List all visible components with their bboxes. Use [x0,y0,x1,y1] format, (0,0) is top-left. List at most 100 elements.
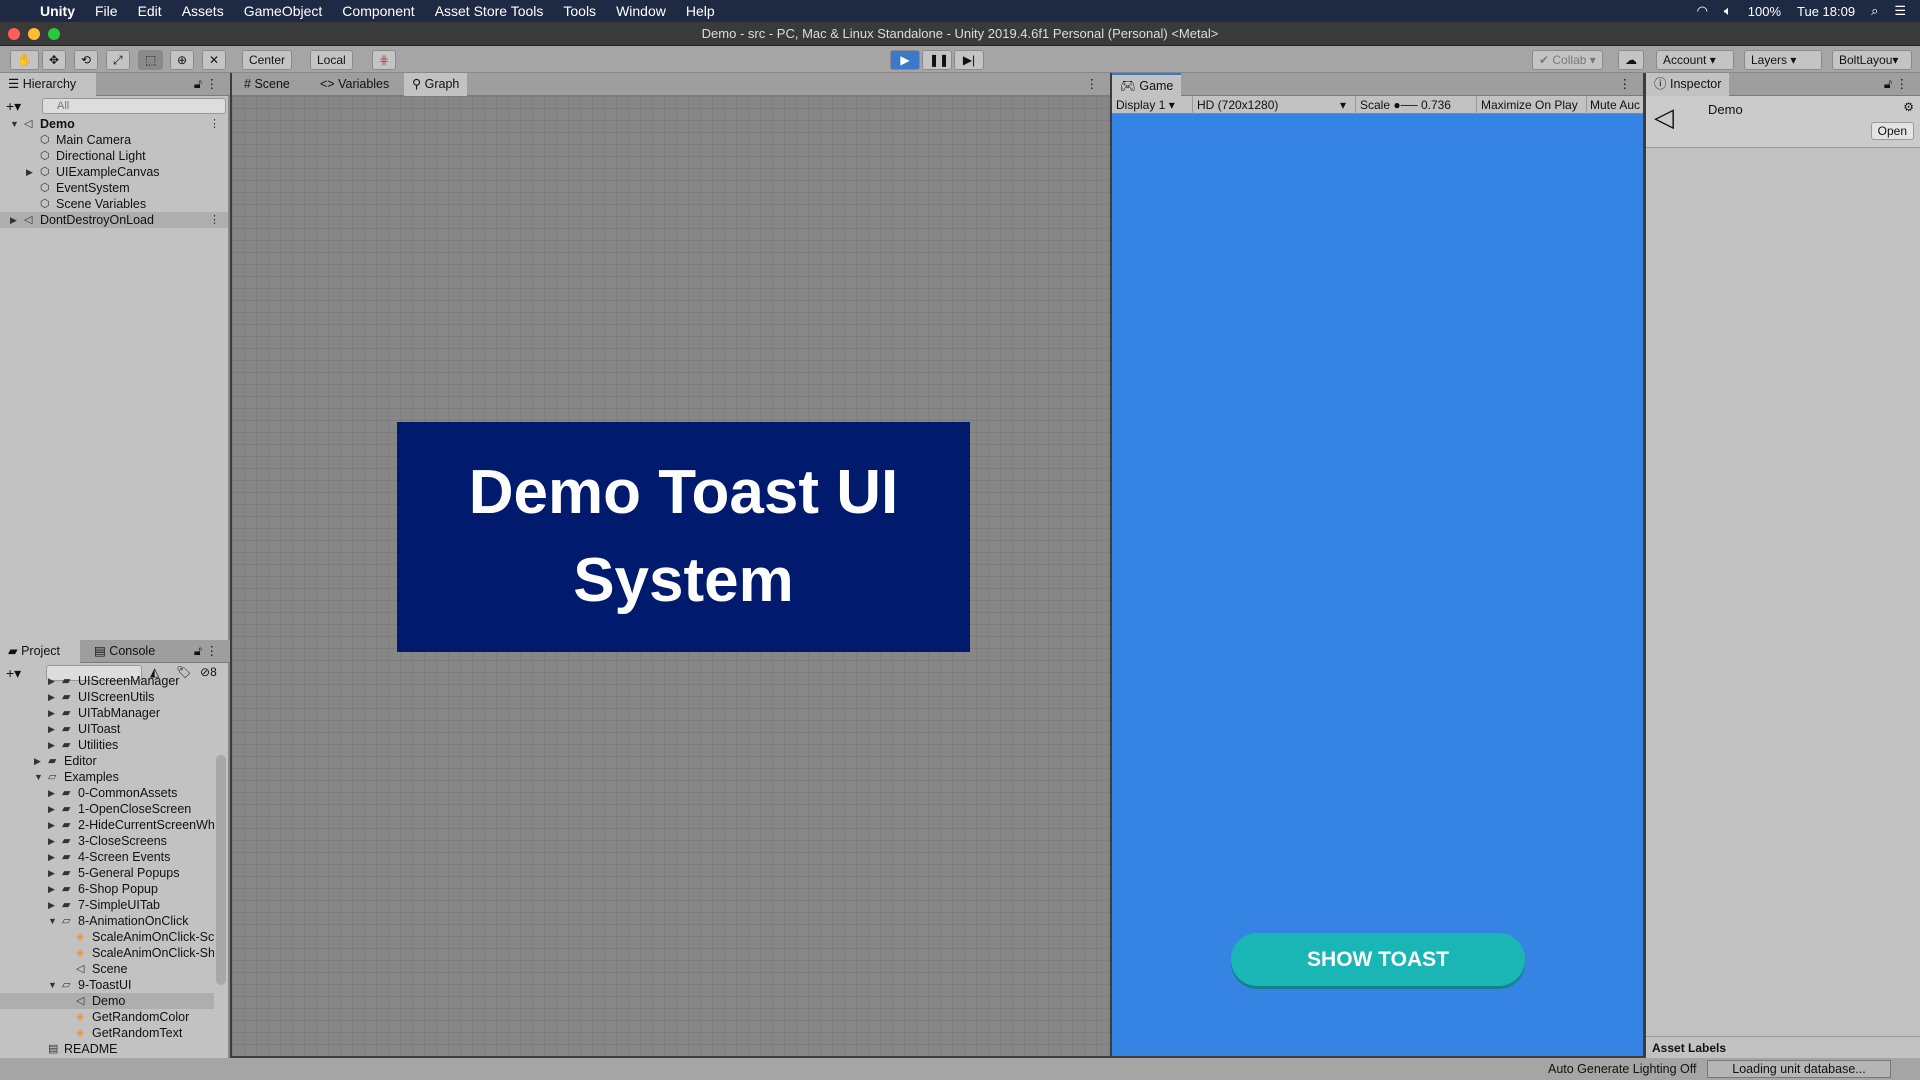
menu-tools[interactable]: Tools [563,3,596,19]
hierarchy-item[interactable]: ▼ ◁ Demo ⋮ [0,116,228,132]
collapsed-arrow-icon[interactable]: ▶ [48,721,55,737]
move-tool-icon[interactable]: ✥ [42,50,67,70]
clock[interactable]: Tue 18:09 [1797,4,1855,19]
scale-tool-icon[interactable]: ⤢ [106,50,130,70]
layout-dropdown[interactable]: BoltLayou▾ [1832,50,1912,70]
collapsed-arrow-icon[interactable]: ▶ [26,164,33,180]
expanded-arrow-icon[interactable]: ▼ [34,769,43,785]
project-item[interactable]: ▶ ▰ 4-Screen Events [0,849,214,865]
notification-center-icon[interactable]: ☰ [1894,3,1906,19]
project-item[interactable]: ▶ ▰ UIToast [0,721,214,737]
hierarchy-search-input[interactable] [42,98,226,114]
collapsed-arrow-icon[interactable]: ▶ [48,849,55,865]
collapsed-arrow-icon[interactable]: ▶ [48,801,55,817]
collapsed-arrow-icon[interactable]: ▶ [48,833,55,849]
lighting-status[interactable]: Auto Generate Lighting Off [1548,1058,1696,1080]
menu-component[interactable]: Component [342,3,414,19]
transform-tool-icon[interactable]: ⊕ [170,50,195,70]
project-item[interactable]: ▶ ▰ UIScreenManager [0,673,214,689]
project-item[interactable]: ▶ ▰ UITabManager [0,705,214,721]
menu-edit[interactable]: Edit [138,3,162,19]
pivot-local-button[interactable]: Local [310,50,353,70]
collapsed-arrow-icon[interactable]: ▶ [10,212,17,228]
search-icon[interactable]: ⌕ [1871,3,1878,19]
collapsed-arrow-icon[interactable]: ▶ [48,673,55,689]
menu-gameobject[interactable]: GameObject [244,3,323,19]
more-icon[interactable]: ⋮ [1611,73,1640,96]
battery-percent[interactable]: 100% [1748,4,1781,19]
lock-icon[interactable]: 🔓︎ ⋮ [1876,73,1916,96]
menu-file[interactable]: File [95,3,118,19]
lock-icon[interactable]: 🔓︎ ⋮ [186,640,226,663]
menu-asset-store-tools[interactable]: Asset Store Tools [435,3,544,19]
hierarchy-item[interactable]: ⬡ EventSystem [0,180,228,196]
close-window-button[interactable] [8,28,20,40]
resolution-dropdown[interactable]: HD (720x1280) ▾ [1192,96,1352,114]
project-item[interactable]: ▶ ▰ 3-CloseScreens [0,833,214,849]
settings-icon[interactable]: ⚙ [1903,100,1914,114]
hierarchy-item[interactable]: ⬡ Directional Light [0,148,228,164]
lock-icon[interactable]: 🔓︎ ⋮ [186,73,226,96]
more-icon[interactable]: ⋮ [209,116,220,132]
collab-button[interactable]: ✔ Collab ▾ [1532,50,1603,70]
tab-inspector[interactable]: ⓘ Inspector [1646,73,1730,96]
project-item[interactable]: ▶ ▰ 6-Shop Popup [0,881,214,897]
project-item[interactable]: ▶ ▰ Utilities [0,737,214,753]
project-scrollbar[interactable] [216,685,226,1045]
custom-tool-icon[interactable]: ✕ [202,50,227,70]
volume-icon[interactable]: 🔈︎ [1724,3,1732,19]
project-item[interactable]: ▶ ▰ 0-CommonAssets [0,785,214,801]
tab-variables[interactable]: <> Variables [312,73,397,96]
rotate-tool-icon[interactable]: ⟲ [74,50,99,70]
create-button[interactable]: +▾ [6,98,21,115]
menu-assets[interactable]: Assets [182,3,224,19]
menu-window[interactable]: Window [616,3,666,19]
project-item[interactable]: ▼ ▱ 8-AnimationOnClick [0,913,214,929]
project-item[interactable]: ▶ ▰ 7-SimpleUITab [0,897,214,913]
collapsed-arrow-icon[interactable]: ▶ [48,737,55,753]
step-button[interactable]: ▶| [954,50,984,70]
show-toast-button[interactable]: SHOW TOAST [1231,933,1525,986]
mute-audio-toggle[interactable]: Mute Auc [1586,96,1640,114]
project-item[interactable]: ▶ ▰ UIScreenUtils [0,689,214,705]
tab-game[interactable]: 🎮︎ Game [1112,73,1182,96]
tab-graph[interactable]: ⚲ Graph [404,73,468,96]
open-button[interactable]: Open [1870,122,1914,140]
menu-help[interactable]: Help [686,3,715,19]
play-button[interactable]: ▶ [890,50,920,70]
snap-icon[interactable]: ⋕ [372,50,397,70]
project-item[interactable]: ◁ Scene [0,961,214,977]
scrollbar-thumb[interactable] [216,755,226,985]
collapsed-arrow-icon[interactable]: ▶ [48,689,55,705]
project-item[interactable]: ◈ GetRandomColor [0,1009,214,1025]
rect-tool-icon[interactable]: ⬚ [138,50,164,70]
maximize-on-play-toggle[interactable]: Maximize On Play [1476,96,1578,114]
display-dropdown[interactable]: Display 1 ▾ [1116,96,1175,114]
project-item[interactable]: ◈ ScaleAnimOnClick-Sc [0,929,214,945]
expanded-arrow-icon[interactable]: ▼ [48,977,57,993]
project-item[interactable]: ▤ README [0,1041,214,1057]
more-icon[interactable]: ⋮ [1078,73,1107,96]
scale-slider[interactable]: Scale ●── 0.736 [1355,96,1451,114]
project-item[interactable]: ◁ Demo [0,993,214,1009]
menu-app[interactable]: Unity [40,3,75,19]
wifi-icon[interactable]: ◠ [1697,3,1708,19]
pause-button[interactable]: ❚❚ [922,50,952,70]
hierarchy-item[interactable]: ▶ ⬡ UIExampleCanvas [0,164,228,180]
hand-tool-icon[interactable]: ✋ [10,50,39,70]
collapsed-arrow-icon[interactable]: ▶ [48,785,55,801]
project-item[interactable]: ▶ ▰ Editor [0,753,214,769]
tab-console[interactable]: ▤ Console [86,640,163,663]
project-item[interactable]: ▶ ▰ 1-OpenCloseScreen [0,801,214,817]
collapsed-arrow-icon[interactable]: ▶ [48,881,55,897]
project-item[interactable]: ▼ ▱ 9-ToastUI [0,977,214,993]
collapsed-arrow-icon[interactable]: ▶ [48,705,55,721]
tab-hierarchy[interactable]: ☰ Hierarchy [0,73,96,96]
collapsed-arrow-icon[interactable]: ▶ [34,753,41,769]
project-item[interactable]: ▼ ▱ Examples [0,769,214,785]
collapsed-arrow-icon[interactable]: ▶ [48,865,55,881]
tab-scene[interactable]: # Scene [236,73,298,96]
minimize-window-button[interactable] [28,28,40,40]
project-item[interactable]: ▶ ▰ 5-General Popups [0,865,214,881]
game-view[interactable] [1112,114,1643,1056]
